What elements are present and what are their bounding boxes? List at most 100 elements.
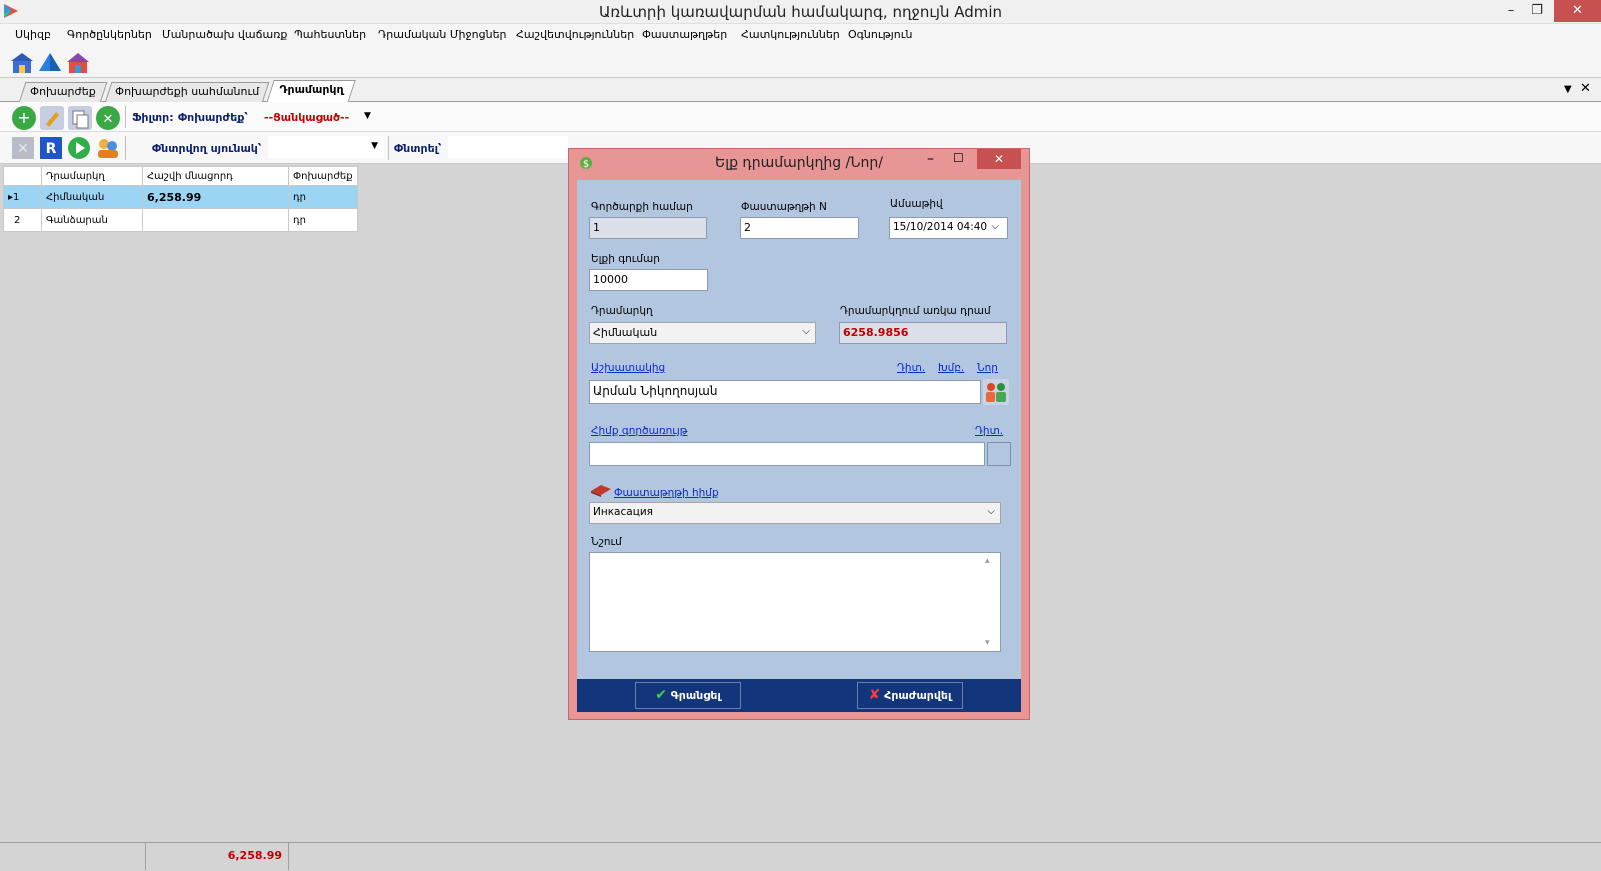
tab-cashbox[interactable]: Դրամարկղ xyxy=(266,80,356,103)
employee-field[interactable]: Արման Նիկողոսյան xyxy=(589,380,981,404)
menu-properties[interactable]: Հատկություններ xyxy=(741,28,840,41)
menu-partners[interactable]: Գործընկերներ xyxy=(67,28,152,41)
tab-exchange-rate[interactable]: Փոխարժեք xyxy=(18,82,108,103)
svg-text:✕: ✕ xyxy=(17,141,29,157)
date-label: Ամսաթիվ xyxy=(890,198,943,210)
employee-label[interactable]: Աշխատակից xyxy=(591,362,665,374)
amount-label: Ելքի գումար xyxy=(591,253,660,265)
warehouse-icon[interactable] xyxy=(10,51,34,75)
table-row[interactable]: 2 Գանձարան դր xyxy=(3,208,358,232)
main-toolbar xyxy=(0,46,1601,78)
cancel-button[interactable]: ✘ Հրաժարվել xyxy=(857,682,963,709)
payment-basis-view-link[interactable]: Դիտ. xyxy=(975,425,1003,437)
tab-exchange-rate-definition[interactable]: Փոխարժեքի սահմանում xyxy=(104,82,270,103)
transaction-number-field: 1 xyxy=(589,217,707,239)
tab-list-chevron-icon[interactable]: ▼ xyxy=(1564,84,1572,95)
payment-basis-label[interactable]: Հիմք գործառույթ xyxy=(591,425,687,437)
document-basis-link[interactable]: Փաստաթղթի հիմք xyxy=(614,487,719,499)
date-value: 15/10/2014 04:40 xyxy=(893,221,988,233)
available-cash-label: Դրամարկղում առկա դրամ xyxy=(840,305,991,317)
close-tab-icon[interactable]: ✕ xyxy=(1580,81,1591,96)
date-picker[interactable]: 15/10/2014 04:40 ⌵ xyxy=(889,217,1008,239)
edit-icon[interactable] xyxy=(40,106,64,130)
cashbox-select[interactable]: Հիմնական ⌵ xyxy=(589,322,816,344)
cash-withdrawal-dialog: $ Ելք դրամարկղից /Նոր/ – ☐ ✕ Գործարքի հա… xyxy=(568,148,1030,720)
excel-icon[interactable]: ✕ xyxy=(12,137,34,159)
report-icon[interactable]: R xyxy=(40,137,62,159)
grid-header-row: Դրամարկղ Հաշվի մնացորդ Փոխարժեք xyxy=(3,166,358,186)
chevron-down-icon: ▼ xyxy=(371,141,378,151)
dialog-close-button[interactable]: ✕ xyxy=(977,149,1021,169)
note-textarea[interactable] xyxy=(589,552,1001,652)
save-button[interactable]: ✔ Գրանցել xyxy=(635,682,741,709)
delete-icon[interactable]: ✕ xyxy=(96,106,120,130)
menu-bar: Սկիզբ Գործընկերներ Մանրածախ վաճառք Պահես… xyxy=(0,24,1601,46)
document-number-field[interactable]: 2 xyxy=(740,217,859,239)
payment-basis-field[interactable] xyxy=(589,442,985,466)
cashbox-grid: Դրամարկղ Հաշվի մնացորդ Փոխարժեք ▸1 Հիմնա… xyxy=(3,166,358,232)
available-cash-field: 6258.9856 xyxy=(839,322,1007,344)
document-number-label: Փաստաթղթի N xyxy=(741,201,827,213)
status-bar: 6,258.99 xyxy=(0,842,1601,871)
scroll-down-icon[interactable]: ▾ xyxy=(985,638,990,648)
cell-cashbox[interactable]: Գանձարան xyxy=(41,208,143,232)
dialog-minimize-button[interactable]: – xyxy=(927,151,934,167)
menu-help[interactable]: Օգնություն xyxy=(848,28,912,41)
filter-select[interactable]: --Ցանկացած-- xyxy=(264,111,349,124)
svg-text:✕: ✕ xyxy=(103,112,114,127)
search-input[interactable] xyxy=(448,136,568,158)
amount-field[interactable]: 10000 xyxy=(589,269,708,291)
svg-text:+: + xyxy=(17,108,30,127)
menu-finances[interactable]: Դրամական Միջոցներ xyxy=(378,28,507,41)
note-label: Նշում xyxy=(591,536,622,548)
cell-currency[interactable]: դր xyxy=(288,185,358,209)
cell-cashbox[interactable]: Հիմնական xyxy=(41,185,143,209)
list-toolbar: + ✕ Ֆիլտր: Փոխարժեք՝ --Ցանկացած-- ▼ xyxy=(0,102,1601,132)
employee-new-link[interactable]: Նոր xyxy=(977,362,998,374)
note-scrollbar[interactable]: ▴ ▾ xyxy=(985,556,997,648)
checkmark-icon: ✔ xyxy=(655,687,667,703)
pyramid-icon[interactable] xyxy=(38,51,62,75)
payment-basis-picker-button[interactable] xyxy=(987,442,1011,466)
search-column-select[interactable]: ▼ xyxy=(268,136,384,158)
dialog-maximize-button[interactable]: ☐ xyxy=(953,151,964,165)
search-column-label: Փնտրվող սյունակ՝ xyxy=(152,142,262,155)
filter-chevron-down-icon[interactable]: ▼ xyxy=(364,111,371,121)
filter-field-label: Փոխարժեք՝ xyxy=(178,111,248,124)
select-employee-icon[interactable] xyxy=(983,379,1009,405)
column-header-currency[interactable]: Փոխարժեք xyxy=(288,166,358,186)
close-window-button[interactable]: ✕ xyxy=(1554,0,1601,22)
search-label: Փնտրել՝ xyxy=(394,142,442,155)
row-number: 2 xyxy=(3,208,42,232)
column-header-cashbox[interactable]: Դրամարկղ xyxy=(41,166,143,186)
window-title-bar: Առևտրի կառավարման համակարգ, ողջույն Admi… xyxy=(0,0,1601,24)
menu-documents[interactable]: Փաստաթղթեր xyxy=(642,28,727,41)
cell-currency[interactable]: դր xyxy=(288,208,358,232)
employee-edit-link[interactable]: Խմբ. xyxy=(938,362,964,374)
column-header-balance[interactable]: Հաշվի մնացորդ xyxy=(142,166,289,186)
users-icon[interactable] xyxy=(96,137,120,159)
cell-balance[interactable] xyxy=(142,208,289,232)
chevron-down-icon: ⌵ xyxy=(991,221,999,232)
menu-retail[interactable]: Մանրածախ վաճառք xyxy=(162,28,287,41)
menu-start[interactable]: Սկիզբ xyxy=(15,28,51,41)
scroll-up-icon[interactable]: ▴ xyxy=(985,556,997,566)
dialog-title-bar[interactable]: $ Ելք դրամարկղից /Նոր/ – ☐ ✕ xyxy=(569,149,1029,179)
document-basis-select[interactable]: Инкасация ⌵ xyxy=(589,502,1001,524)
row-number-text: 1 xyxy=(13,191,20,203)
employee-view-link[interactable]: Դիտ. xyxy=(897,362,925,374)
cell-balance[interactable]: 6,258.99 xyxy=(142,185,289,209)
tab-label: Փոխարժեք xyxy=(30,85,96,98)
store-icon[interactable] xyxy=(66,51,90,75)
table-row[interactable]: ▸1 Հիմնական 6,258.99 դր xyxy=(3,185,358,209)
menu-warehouses[interactable]: Պահեստներ xyxy=(294,28,366,41)
copy-icon[interactable] xyxy=(68,106,92,130)
dialog-body: Գործարքի համար 1 Փաստաթղթի N 2 Ամսաթիվ 1… xyxy=(577,180,1021,679)
row-header-cell xyxy=(3,166,42,186)
add-icon[interactable]: + xyxy=(12,106,36,130)
svg-text:R: R xyxy=(46,141,57,157)
filter-label: Ֆիլտր: xyxy=(132,111,174,124)
window-title: Առևտրի կառավարման համակարգ, ողջույն Admi… xyxy=(598,3,1003,21)
play-icon[interactable] xyxy=(68,137,90,159)
menu-reports[interactable]: Հաշվետվություններ xyxy=(516,28,634,41)
